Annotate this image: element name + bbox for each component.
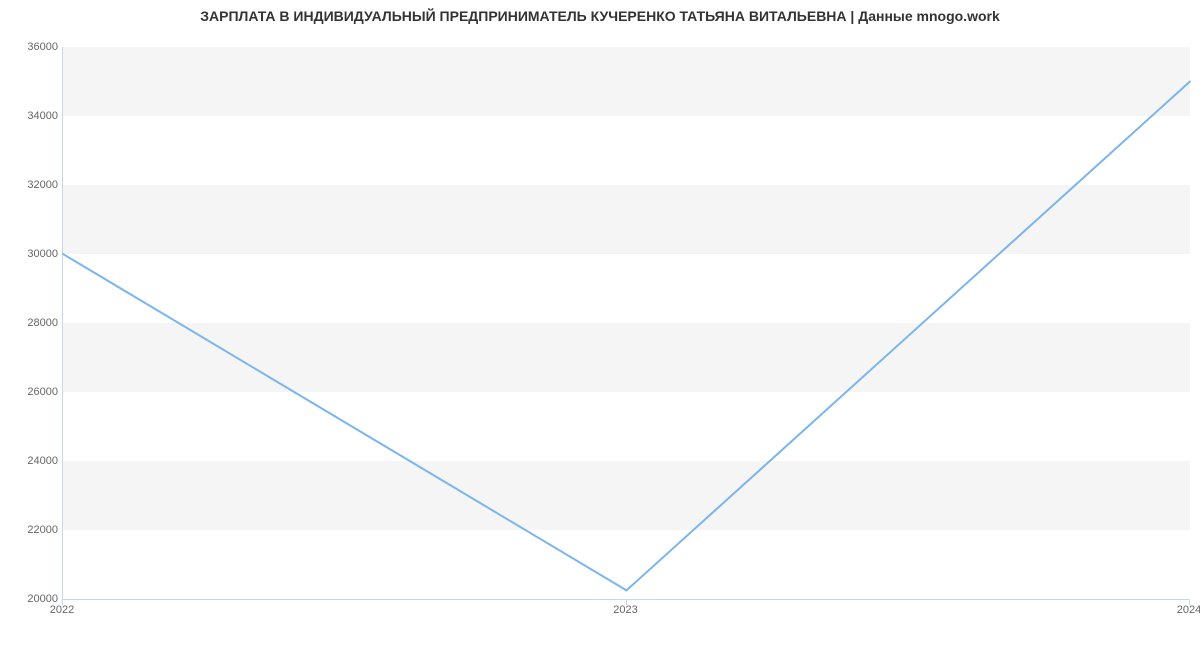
chart-title: ЗАРПЛАТА В ИНДИВИДУАЛЬНЫЙ ПРЕДПРИНИМАТЕЛ… xyxy=(0,8,1200,24)
x-tick-mark xyxy=(62,599,63,605)
x-tick-label: 2022 xyxy=(50,604,74,616)
y-tick-label: 28000 xyxy=(8,317,58,329)
x-tick-label: 2024 xyxy=(1177,604,1200,616)
x-tick-label: 2023 xyxy=(613,604,637,616)
y-tick-label: 34000 xyxy=(8,110,58,122)
y-tick-label: 26000 xyxy=(8,386,58,398)
y-tick-label: 36000 xyxy=(8,41,58,53)
chart-container: ЗАРПЛАТА В ИНДИВИДУАЛЬНЫЙ ПРЕДПРИНИМАТЕЛ… xyxy=(0,0,1200,650)
x-tick-mark xyxy=(1189,599,1190,605)
plot-area xyxy=(62,47,1190,600)
y-tick-label: 22000 xyxy=(8,524,58,536)
series-line xyxy=(63,82,1190,591)
y-tick-label: 32000 xyxy=(8,179,58,191)
line-layer xyxy=(63,47,1190,599)
y-tick-label: 30000 xyxy=(8,248,58,260)
y-tick-label: 24000 xyxy=(8,455,58,467)
x-tick-mark xyxy=(626,599,627,605)
